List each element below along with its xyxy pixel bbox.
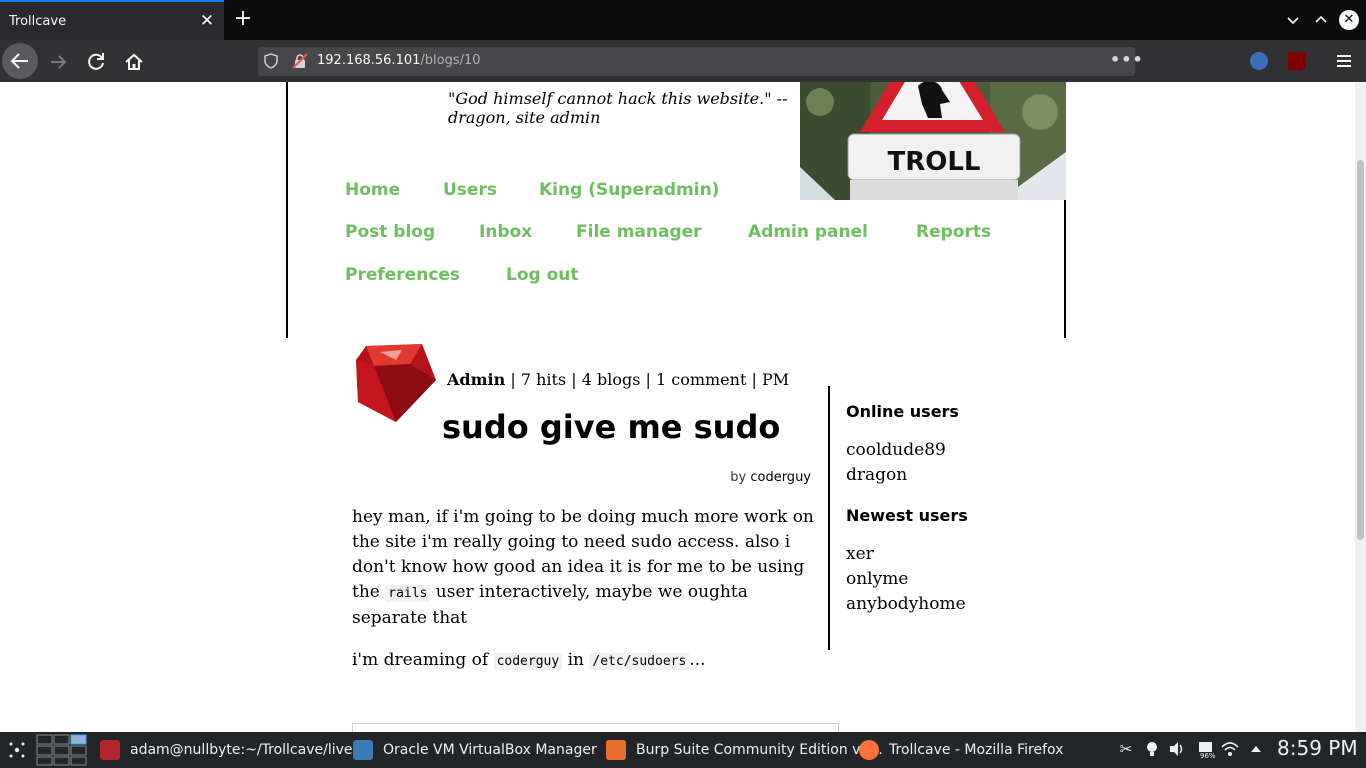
close-window-icon[interactable]: ✕ <box>1339 10 1359 30</box>
reload-icon[interactable] <box>84 50 108 74</box>
post-title: sudo give me sudo <box>442 408 781 446</box>
author-name-link[interactable]: Admin <box>447 370 505 389</box>
nav-reports[interactable]: Reports <box>916 222 991 242</box>
tracking-shield-icon[interactable] <box>263 53 279 69</box>
app-launcher-icon[interactable] <box>8 741 26 759</box>
taskbar-item-label: adam@nullbyte:~/Trollcave/live <box>130 742 353 758</box>
clock[interactable]: 8:59 PM <box>1277 736 1358 760</box>
nav-post-blog[interactable]: Post blog <box>345 222 435 242</box>
scissors-icon[interactable]: ✂ <box>1117 740 1135 758</box>
byline-label: by <box>730 470 751 485</box>
lightbulb-icon[interactable] <box>1143 740 1161 758</box>
ruby-avatar-icon[interactable] <box>352 340 440 428</box>
tray-expand-arrow-icon[interactable] <box>1247 740 1265 758</box>
taskbar-item-burp-suite[interactable]: Burp Suite Community Edition v2... <box>606 732 883 768</box>
nav-home[interactable]: Home <box>345 180 400 200</box>
back-button[interactable] <box>2 43 38 79</box>
url-text[interactable]: 192.168.56.101/blogs/10 <box>317 53 481 68</box>
insecure-lock-icon[interactable] <box>292 53 308 69</box>
nav-admin-panel[interactable]: Admin panel <box>748 222 868 242</box>
tab-list-chevron-icon[interactable] <box>1283 10 1303 30</box>
terminal-icon <box>100 740 120 760</box>
newest-users-list: xer onlyme anybodyhome <box>846 542 966 617</box>
author-stats: | 7 hits | 4 blogs | 1 comment | PM <box>505 370 790 389</box>
sidebar-divider <box>828 386 830 650</box>
post-author-meta: Admin | 7 hits | 4 blogs | 1 comment | P… <box>447 370 789 389</box>
nav-users[interactable]: Users <box>443 180 497 200</box>
nav-log-out[interactable]: Log out <box>506 265 579 285</box>
online-users-list: cooldude89 dragon <box>846 438 946 488</box>
battery-indicator[interactable]: 96% <box>1194 740 1218 760</box>
post-byline: by coderguy <box>730 470 811 485</box>
wifi-icon[interactable] <box>1221 740 1239 758</box>
taskbar-item-virtualbox[interactable]: Oracle VM VirtualBox Manager <box>353 732 597 768</box>
newest-user-link[interactable]: xer <box>846 542 966 567</box>
scrollbar-thumb[interactable] <box>1357 160 1364 540</box>
url-path: /blogs/10 <box>420 53 481 68</box>
nav-inbox[interactable]: Inbox <box>479 222 532 242</box>
byline-author-link[interactable]: coderguy <box>750 470 811 485</box>
burp-suite-icon <box>606 740 626 760</box>
page-actions-menu-icon[interactable]: ••• <box>1110 50 1144 69</box>
firefox-icon <box>859 740 879 760</box>
hamburger-menu-icon[interactable] <box>1335 52 1353 70</box>
online-users-heading: Online users <box>846 402 959 421</box>
online-user-link[interactable]: cooldude89 <box>846 438 946 463</box>
taskbar-item-label: Trollcave - Mozilla Firefox <box>889 742 1064 758</box>
browser-tab-active[interactable]: Trollcave ✕ <box>0 0 224 40</box>
troll-warning-sign-image: TROLL <box>800 82 1066 200</box>
ublock-origin-icon[interactable] <box>1288 52 1306 70</box>
new-tab-button[interactable]: + <box>232 7 254 31</box>
inline-code: coderguy <box>493 653 563 670</box>
virtualbox-icon <box>353 740 373 760</box>
tab-title: Trollcave <box>9 14 67 29</box>
post-text: ... <box>689 650 706 670</box>
virtual-desktop-pager[interactable] <box>36 734 88 766</box>
volume-icon[interactable] <box>1168 740 1186 758</box>
inline-code: /etc/sudoers <box>589 653 690 670</box>
post-paragraph: i'm dreaming of coderguy in /etc/sudoers… <box>352 648 818 674</box>
maximize-window-icon[interactable] <box>1311 10 1331 30</box>
troll-sign-text: TROLL <box>888 147 981 177</box>
post-body: hey man, if i'm going to be doing much m… <box>352 505 818 691</box>
taskbar-item-label: Oracle VM VirtualBox Manager <box>383 742 597 758</box>
nav-file-manager[interactable]: File manager <box>576 222 702 242</box>
close-tab-icon[interactable]: ✕ <box>198 10 216 32</box>
newest-users-heading: Newest users <box>846 506 968 525</box>
post-text: in <box>562 650 590 670</box>
post-text: i'm dreaming of <box>352 650 494 670</box>
nav-preferences[interactable]: Preferences <box>345 265 460 285</box>
newest-user-link[interactable]: onlyme <box>846 567 966 592</box>
home-icon[interactable] <box>122 50 146 74</box>
taskbar-item-label: Burp Suite Community Edition v2... <box>636 742 883 758</box>
forward-arrow-icon[interactable] <box>46 50 70 74</box>
online-user-link[interactable]: dragon <box>846 463 946 488</box>
taskbar-item-firefox[interactable]: Trollcave - Mozilla Firefox <box>859 732 1063 768</box>
taskbar-item-terminal[interactable]: adam@nullbyte:~/Trollcave/live <box>100 732 353 768</box>
site-tagline-quote: "God himself cannot hack this website." … <box>448 89 788 127</box>
inline-code: rails <box>385 585 431 602</box>
url-host: 192.168.56.101 <box>317 53 421 68</box>
extension-mask-icon[interactable] <box>1250 52 1268 70</box>
post-paragraph: hey man, if i'm going to be doing much m… <box>352 505 818 631</box>
back-arrow-icon <box>10 53 28 69</box>
newest-user-link[interactable]: anybodyhome <box>846 592 966 617</box>
battery-percent: 96% <box>1200 752 1216 760</box>
nav-king-superadmin[interactable]: King (Superadmin) <box>539 180 719 200</box>
